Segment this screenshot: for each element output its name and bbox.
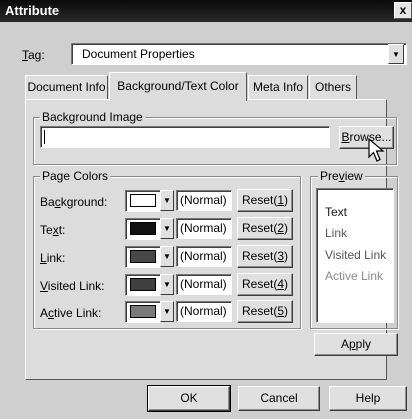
visited-link-color-swatch[interactable] — [125, 274, 161, 296]
apply-button[interactable]: Apply — [314, 333, 398, 356]
text-color-label: Text: — [40, 223, 66, 237]
chevron-down-icon: ▼ — [163, 252, 171, 261]
tab-document-info[interactable]: Document Info — [25, 75, 108, 99]
chevron-down-icon: ▼ — [163, 224, 171, 233]
background-color-swatch[interactable] — [125, 190, 161, 212]
cancel-button[interactable]: Cancel — [238, 386, 320, 411]
background-color-mode: (Normal) — [176, 190, 232, 211]
tag-dropdown-button[interactable]: ▼ — [388, 44, 404, 64]
page-colors-group-label: Page Colors — [40, 169, 111, 183]
tag-select[interactable]: Document Properties ▼ — [71, 43, 407, 65]
chevron-down-icon: ▼ — [392, 50, 400, 59]
text-color-mode: (Normal) — [176, 218, 232, 239]
background-color-fill — [130, 194, 156, 207]
link-color-fill — [130, 250, 156, 263]
reset-5-button[interactable]: Reset(5) — [237, 300, 293, 323]
active-link-color-mode: (Normal) — [176, 301, 232, 322]
help-button[interactable]: Help — [329, 386, 407, 411]
text-caret — [44, 130, 45, 144]
chevron-down-icon: ▼ — [163, 307, 171, 316]
mouse-cursor-icon — [368, 138, 385, 162]
visited-link-color-dropdown[interactable]: ▼ — [160, 274, 174, 295]
reset-2-button[interactable]: Reset(2) — [237, 217, 293, 240]
tab-meta-info[interactable]: Meta Info — [248, 75, 308, 99]
link-color-dropdown[interactable]: ▼ — [160, 246, 174, 267]
active-link-color-fill — [130, 305, 156, 318]
text-color-dropdown[interactable]: ▼ — [160, 218, 174, 239]
preview-text: Text — [325, 205, 348, 219]
tag-label: Tag: — [22, 48, 45, 62]
link-color-mode: (Normal) — [176, 246, 232, 267]
ok-button[interactable]: OK — [147, 385, 231, 412]
preview-visited-link: Visited Link — [325, 248, 387, 262]
background-image-group-label: Background Image — [40, 110, 145, 124]
active-link-color-label: Active Link: — [40, 306, 102, 320]
chevron-down-icon: ▼ — [163, 280, 171, 289]
text-color-swatch[interactable] — [125, 218, 161, 240]
active-link-color-dropdown[interactable]: ▼ — [160, 301, 174, 322]
tag-value: Document Properties — [82, 47, 195, 61]
text-color-fill — [130, 222, 156, 235]
title-bar: Attribute x — [0, 0, 412, 22]
active-link-color-swatch[interactable] — [125, 301, 161, 323]
background-color-dropdown[interactable]: ▼ — [160, 190, 174, 211]
visited-link-color-label: Visited Link: — [40, 279, 105, 293]
visited-link-color-fill — [130, 278, 156, 291]
chevron-down-icon: ▼ — [163, 196, 171, 205]
reset-1-button[interactable]: Reset(1) — [237, 189, 293, 212]
background-color-label: Background: — [40, 195, 108, 209]
tab-others[interactable]: Others — [309, 75, 357, 99]
visited-link-color-mode: (Normal) — [176, 274, 232, 295]
reset-3-button[interactable]: Reset(3) — [237, 245, 293, 268]
link-color-label: Link: — [40, 251, 66, 265]
preview-link: Link — [325, 226, 348, 240]
preview-group-label: Preview — [318, 169, 365, 183]
window-title: Attribute — [5, 3, 60, 18]
close-button[interactable]: x — [394, 2, 412, 19]
link-color-swatch[interactable] — [125, 246, 161, 268]
preview-active-link: Active Link — [325, 269, 384, 283]
preview-box: Text Link Visited Link Active Link — [316, 188, 394, 323]
reset-4-button[interactable]: Reset(4) — [237, 273, 293, 296]
tab-background-text-color[interactable]: Background/Text Color — [109, 72, 247, 101]
background-image-input[interactable] — [40, 126, 330, 148]
